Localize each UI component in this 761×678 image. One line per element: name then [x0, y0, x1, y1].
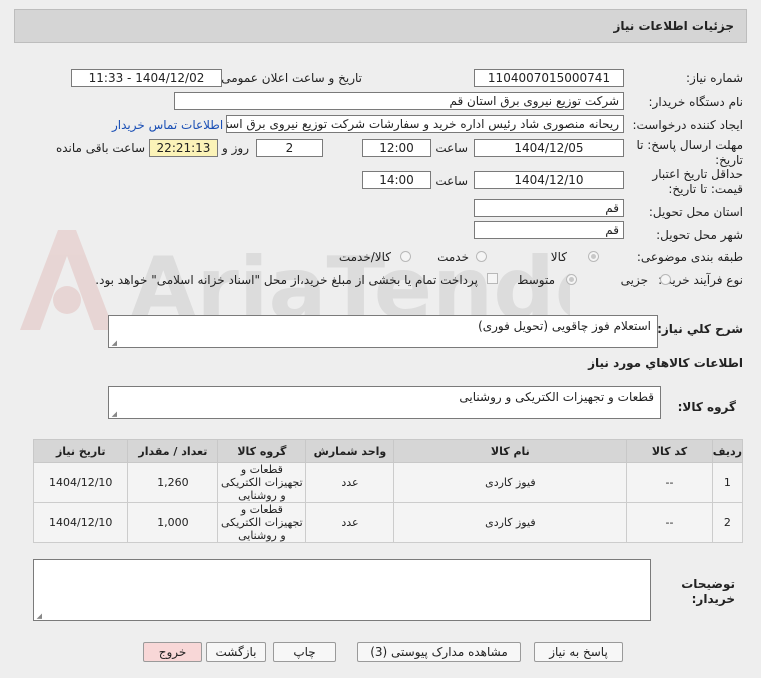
process-minor-radio[interactable] [660, 274, 671, 285]
need-number-label: شماره نیاز: [686, 71, 743, 85]
buyer-label: نام دستگاه خریدار: [648, 95, 744, 109]
goods-group-text: قطعات و تجهیزات الکتریکی و روشنایی [459, 390, 654, 404]
province-label: استان محل تحویل: [648, 205, 743, 219]
validity-label-2: قیمت: تا تاریخ: [668, 182, 743, 196]
resize-grip-icon[interactable]: ◢ [111, 411, 117, 418]
category-service-radio[interactable] [476, 251, 487, 262]
validity-label: حداقل تاریخ اعتبار [652, 167, 743, 181]
col-row: ردیف [711, 439, 744, 463]
reply-button[interactable]: پاسخ به نیاز [534, 642, 623, 662]
validity-time-field[interactable]: 14:00 [362, 171, 431, 189]
category-both-radio[interactable] [400, 251, 411, 262]
goods-group-textarea[interactable]: قطعات و تجهیزات الکتریکی و روشنایی ◢ [108, 386, 661, 419]
treasury-checkbox[interactable] [487, 273, 498, 284]
process-minor-label: جزیی [620, 273, 648, 287]
header-panel: جزئیات اطلاعات نیاز [14, 9, 747, 43]
back-button[interactable]: بازگشت [206, 642, 266, 662]
creator-field[interactable]: ریحانه منصوری شاد رئیس اداره خرید و سفار… [226, 115, 624, 133]
exit-button[interactable]: خروج [143, 642, 202, 662]
goods-group-label: گروه کالا: [677, 400, 736, 414]
table-row[interactable]: 2 -- فیوز کاردی عدد قطعات و تجهیزات الکت… [32, 502, 744, 543]
cell-code: -- [626, 462, 713, 503]
cell-date: 1404/12/10 [32, 462, 129, 503]
deadline-time-field[interactable]: 12:00 [362, 139, 431, 157]
goods-info-title: اطلاعات کالاهاي مورد نياز [588, 356, 743, 370]
remaining-label: ساعت باقی مانده [55, 141, 145, 155]
description-textarea[interactable]: استعلام فوز چاقویی (تحویل فوری) ◢ [108, 315, 658, 348]
cell-code: -- [626, 502, 713, 543]
cell-qty: 1,000 [127, 502, 219, 543]
announce-field[interactable]: 1404/12/02 - 11:33 [71, 69, 222, 87]
category-goods-radio[interactable] [588, 251, 599, 262]
buyer-notes-textarea[interactable]: ◢ [33, 559, 651, 621]
deadline-time-label: ساعت [435, 141, 468, 155]
buyer-notes-label-2: خريدار: [691, 592, 735, 606]
deadline-label: مهلت ارسال پاسخ: تا [636, 138, 743, 152]
process-medium-radio[interactable] [566, 274, 577, 285]
city-field[interactable]: قم [474, 221, 624, 239]
table-header-row: ردیف کد کالا نام کالا واحد شمارش گروه کا… [32, 439, 744, 463]
validity-time-label: ساعت [435, 174, 468, 188]
cell-group: قطعات و تجهیزات الکتریکی و روشنایی [217, 502, 307, 543]
province-field[interactable]: قم [474, 199, 624, 217]
cell-name: فیوز کاردی [393, 462, 628, 503]
col-code: کد کالا [626, 439, 713, 463]
attachments-button[interactable]: مشاهده مدارک پیوستی (3) [357, 642, 521, 662]
table-row[interactable]: 1 -- فیوز کاردی عدد قطعات و تجهیزات الکت… [32, 462, 744, 503]
days-field[interactable]: 2 [256, 139, 323, 157]
creator-label: ایجاد کننده درخواست: [632, 118, 743, 132]
buyer-field[interactable]: شرکت توزیع نیروی برق استان قم [174, 92, 624, 110]
cell-qty: 1,260 [127, 462, 219, 503]
col-qty: تعداد / مقدار [127, 439, 219, 463]
col-unit: واحد شمارش [305, 439, 395, 463]
category-both-label: کالا/خدمت [338, 250, 391, 264]
process-medium-label: متوسط [517, 273, 555, 287]
treasury-note: پرداخت تمام یا بخشی از مبلغ خرید،از محل … [95, 273, 478, 287]
announce-label: تاریخ و ساعت اعلان عمومی: [217, 71, 362, 85]
need-number-field[interactable]: 1104007015000741 [474, 69, 624, 87]
page-title: جزئیات اطلاعات نیاز [613, 19, 734, 33]
description-text: استعلام فوز چاقویی (تحویل فوری) [478, 319, 651, 333]
col-group: گروه کالا [217, 439, 307, 463]
cell-name: فیوز کاردی [393, 502, 628, 543]
validity-date-field[interactable]: 1404/12/10 [474, 171, 624, 189]
col-date: تاریخ نیاز [32, 439, 129, 463]
days-label: روز و [222, 141, 249, 155]
remaining-time-field: 22:21:13 [149, 139, 218, 157]
category-goods-label: کالا [550, 250, 567, 264]
items-table: ردیف کد کالا نام کالا واحد شمارش گروه کا… [32, 439, 744, 543]
col-name: نام کالا [393, 439, 628, 463]
cell-unit: عدد [305, 462, 395, 503]
category-service-label: خدمت [437, 250, 469, 264]
cell-unit: عدد [305, 502, 395, 543]
cell-date: 1404/12/10 [32, 502, 129, 543]
city-label: شهر محل تحویل: [656, 228, 743, 242]
cell-row: 2 [711, 502, 744, 543]
deadline-label-2: تاریخ: [715, 153, 743, 167]
contact-info-link[interactable]: اطلاعات تماس خریدار [112, 118, 223, 132]
resize-grip-icon[interactable]: ◢ [111, 340, 117, 347]
resize-grip-icon[interactable]: ◢ [36, 613, 42, 620]
buyer-notes-label: توضيحات [681, 577, 735, 591]
cell-group: قطعات و تجهیزات الکتریکی و روشنایی [217, 462, 307, 503]
cell-row: 1 [711, 462, 744, 503]
description-label: شرح کلي نياز: [657, 322, 743, 336]
category-label: طبقه بندی موضوعی: [636, 250, 743, 264]
deadline-date-field[interactable]: 1404/12/05 [474, 139, 624, 157]
print-button[interactable]: چاپ [273, 642, 336, 662]
